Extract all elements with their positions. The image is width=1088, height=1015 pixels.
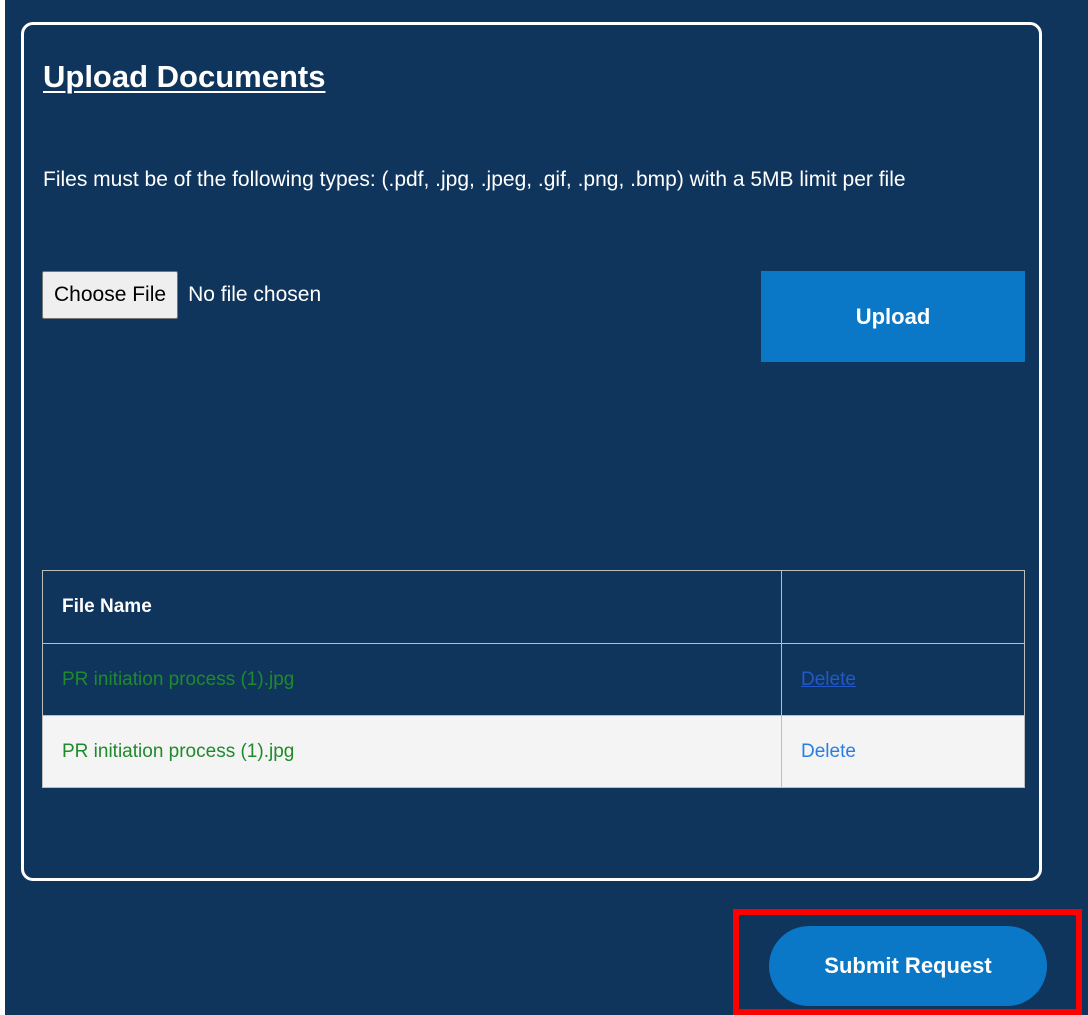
uploaded-files-table: File Name PR initiation process (1).jpg … (42, 570, 1025, 788)
upload-page: Upload Documents Files must be of the fo… (5, 0, 1088, 1015)
file-type-description: Files must be of the following types: (.… (43, 168, 906, 191)
column-header-file-name: File Name (42, 570, 782, 644)
section-title: Upload Documents (43, 59, 326, 94)
table-row: PR initiation process (1).jpg Delete (42, 715, 1025, 788)
file-name-cell: PR initiation process (1).jpg (42, 643, 782, 716)
delete-link[interactable]: Delete (801, 669, 856, 690)
upload-documents-card: Upload Documents Files must be of the fo… (21, 22, 1042, 881)
column-header-actions (781, 570, 1025, 644)
table-row: PR initiation process (1).jpg Delete (42, 643, 1025, 716)
file-name-cell: PR initiation process (1).jpg (42, 715, 782, 788)
table-header-row: File Name (42, 570, 1025, 644)
upload-button[interactable]: Upload (761, 271, 1025, 362)
file-picker[interactable]: Choose File No file chosen (42, 271, 321, 319)
choose-file-button[interactable]: Choose File (42, 271, 179, 319)
file-status-text: No file chosen (188, 283, 322, 306)
delete-link[interactable]: Delete (801, 741, 856, 762)
action-cell: Delete (781, 715, 1025, 788)
submit-request-button[interactable]: Submit Request (769, 926, 1047, 1006)
action-cell: Delete (781, 643, 1025, 716)
